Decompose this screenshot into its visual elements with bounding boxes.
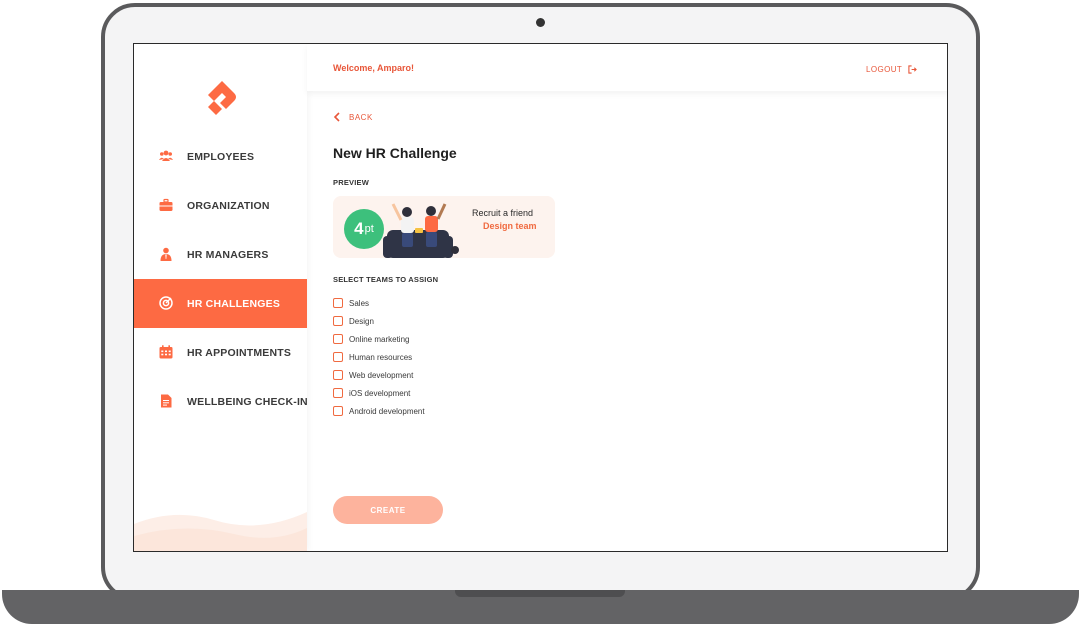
challenge-team: Design team (483, 221, 537, 231)
team-option-sales[interactable]: Sales (333, 298, 369, 308)
team-option-ios-development[interactable]: iOS development (333, 388, 410, 398)
points-unit: pt (364, 223, 374, 235)
team-label: Design (349, 316, 374, 326)
team-checkbox[interactable] (333, 406, 343, 416)
team-option-android-development[interactable]: Android development (333, 406, 425, 416)
briefcase-icon (159, 198, 173, 211)
page-title: New HR Challenge (333, 145, 457, 161)
points-badge: 4 pt (344, 209, 384, 249)
team-label: iOS development (349, 388, 411, 398)
logout-button[interactable]: LOGOUT (866, 65, 918, 74)
sidebar-decorative-wave (134, 512, 307, 551)
team-checkbox[interactable] (333, 370, 343, 380)
welcome-message: Welcome, Amparo! (333, 63, 415, 73)
logout-icon (908, 65, 918, 74)
preview-label: PREVIEW (333, 178, 369, 187)
app-screen: EMPLOYEES ORGANIZATION HR MANAGERS HR CH… (133, 43, 948, 552)
sidebar-item-hr-appointments[interactable]: HR APPOINTMENTS (134, 328, 307, 377)
sidebar-item-employees[interactable]: EMPLOYEES (134, 132, 307, 181)
team-label: Web development (349, 370, 414, 380)
team-option-online-marketing[interactable]: Online marketing (333, 334, 409, 344)
sidebar-item-label: ORGANIZATION (187, 199, 270, 212)
app-logo[interactable] (200, 73, 244, 117)
team-checkbox[interactable] (333, 388, 343, 398)
team-option-design[interactable]: Design (333, 316, 374, 326)
back-label: BACK (349, 112, 373, 122)
sidebar-item-label: HR CHALLENGES (187, 297, 281, 310)
target-icon (159, 296, 173, 310)
points-value: 4 (354, 219, 364, 238)
team-label: Android development (349, 406, 425, 416)
sidebar-item-label: HR MANAGERS (187, 248, 269, 261)
team-checkbox[interactable] (333, 316, 343, 326)
sidebar-item-organization[interactable]: ORGANIZATION (134, 181, 307, 230)
challenge-title: Recruit a friend (472, 208, 534, 218)
sidebar-item-hr-managers[interactable]: HR MANAGERS (134, 230, 307, 279)
team-checkbox[interactable] (333, 334, 343, 344)
create-button[interactable]: CREATE (333, 496, 443, 524)
calendar-icon (159, 345, 173, 359)
chevron-left-icon (333, 112, 340, 122)
friends-sofa-illustration (383, 203, 459, 258)
team-checkbox[interactable] (333, 298, 343, 308)
team-label: Human resources (349, 352, 413, 362)
sidebar-item-hr-challenges[interactable]: HR CHALLENGES (134, 279, 307, 328)
team-checkbox[interactable] (333, 352, 343, 362)
sidebar-item-label: HR APPOINTMENTS (187, 346, 292, 359)
manager-icon (160, 247, 172, 261)
employees-icon (159, 150, 173, 161)
logout-label: LOGOUT (866, 65, 903, 74)
top-bar: Welcome, Amparo! LOGOUT (307, 44, 947, 91)
sidebar: EMPLOYEES ORGANIZATION HR MANAGERS HR CH… (134, 44, 308, 551)
team-label: Sales (349, 298, 370, 308)
sidebar-item-label: EMPLOYEES (187, 150, 255, 163)
team-label: Online marketing (349, 334, 410, 344)
sidebar-item-label: WELLBEING CHECK-IN (187, 395, 308, 408)
document-icon (161, 394, 172, 408)
team-option-web-development[interactable]: Web development (333, 370, 413, 380)
webcam (536, 18, 545, 27)
team-option-human-resources[interactable]: Human resources (333, 352, 412, 362)
teams-label: SELECT TEAMS TO ASSIGN (333, 275, 439, 284)
sidebar-item-wellbeing-check-in[interactable]: WELLBEING CHECK-IN (134, 377, 308, 426)
challenge-preview-card: 4 pt Recruit a friend Design team (333, 196, 555, 258)
back-button[interactable]: BACK (333, 112, 373, 122)
laptop-notch (455, 590, 625, 597)
